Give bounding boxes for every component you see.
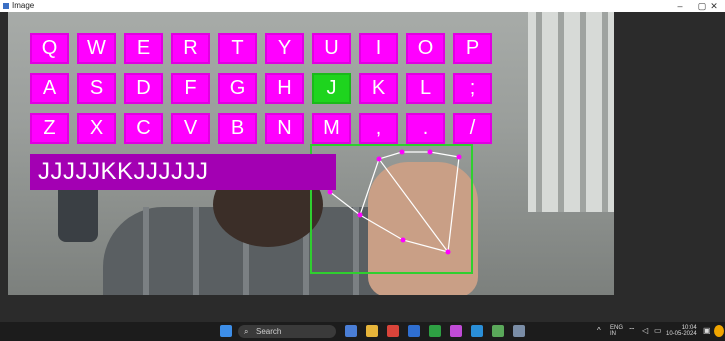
python-icon[interactable] [513, 325, 525, 337]
key-L[interactable]: L [406, 73, 445, 104]
key-A[interactable]: A [30, 73, 69, 104]
key-W[interactable]: W [77, 33, 116, 64]
app-icon-7[interactable] [471, 325, 483, 337]
search-placeholder: Search [256, 327, 282, 336]
key-.[interactable]: . [406, 113, 445, 144]
key-B[interactable]: B [218, 113, 257, 144]
search-box[interactable]: ⌕ Search [238, 325, 336, 338]
notification-icon[interactable]: ▣ [703, 327, 711, 335]
key-Y[interactable]: Y [265, 33, 304, 64]
key-U[interactable]: U [312, 33, 351, 64]
key-;[interactable]: ; [453, 73, 492, 104]
key-D[interactable]: D [124, 73, 163, 104]
battery-icon[interactable]: ▭ [654, 327, 662, 335]
volume-icon[interactable]: ◁ [642, 327, 648, 335]
photos-icon[interactable] [450, 325, 462, 337]
key-M[interactable]: M [312, 113, 351, 144]
window-title-bar: Image – ▢ ✕ [0, 0, 725, 12]
key-S[interactable]: S [77, 73, 116, 104]
widget-icon[interactable] [714, 325, 724, 337]
close-button[interactable]: ✕ [703, 0, 725, 12]
key-C[interactable]: C [124, 113, 163, 144]
key-R[interactable]: R [171, 33, 210, 64]
chrome-icon[interactable] [429, 325, 441, 337]
key-X[interactable]: X [77, 113, 116, 144]
key-O[interactable]: O [406, 33, 445, 64]
key-E[interactable]: E [124, 33, 163, 64]
browser-icon[interactable] [387, 325, 399, 337]
key-T[interactable]: T [218, 33, 257, 64]
clock-date: 10-05-2024 [666, 331, 697, 337]
minimize-button[interactable]: – [669, 0, 691, 12]
key-I[interactable]: I [359, 33, 398, 64]
key-Z[interactable]: Z [30, 113, 69, 144]
chevron-up-icon[interactable]: ^ [597, 327, 601, 335]
store-icon[interactable] [408, 325, 420, 337]
key-/[interactable]: / [453, 113, 492, 144]
key-V[interactable]: V [171, 113, 210, 144]
key-N[interactable]: N [265, 113, 304, 144]
copilot-icon[interactable] [345, 325, 357, 337]
key-K[interactable]: K [359, 73, 398, 104]
app-icon-8[interactable] [492, 325, 504, 337]
key-J[interactable]: J [312, 73, 351, 104]
window-title: Image [12, 1, 35, 10]
language-line2: IN [610, 331, 616, 337]
start-icon[interactable] [220, 325, 232, 337]
wifi-icon[interactable]: ⌔ [628, 327, 636, 335]
key-Q[interactable]: Q [30, 33, 69, 64]
taskbar: ⌕ Search ^ ENG IN ⌔ ◁ ▭ 10:04 10-05-2024… [0, 322, 725, 341]
clock[interactable]: 10:04 10-05-2024 [666, 325, 697, 337]
app-icon [3, 3, 9, 9]
search-icon: ⌕ [244, 327, 249, 336]
key-G[interactable]: G [218, 73, 257, 104]
key-H[interactable]: H [265, 73, 304, 104]
key-,[interactable]: , [359, 113, 398, 144]
language-indicator[interactable]: ENG IN [610, 325, 623, 337]
key-F[interactable]: F [171, 73, 210, 104]
file-explorer-icon[interactable] [366, 325, 378, 337]
typed-text-display: JJJJJKKJJJJJJ [30, 154, 336, 190]
key-P[interactable]: P [453, 33, 492, 64]
